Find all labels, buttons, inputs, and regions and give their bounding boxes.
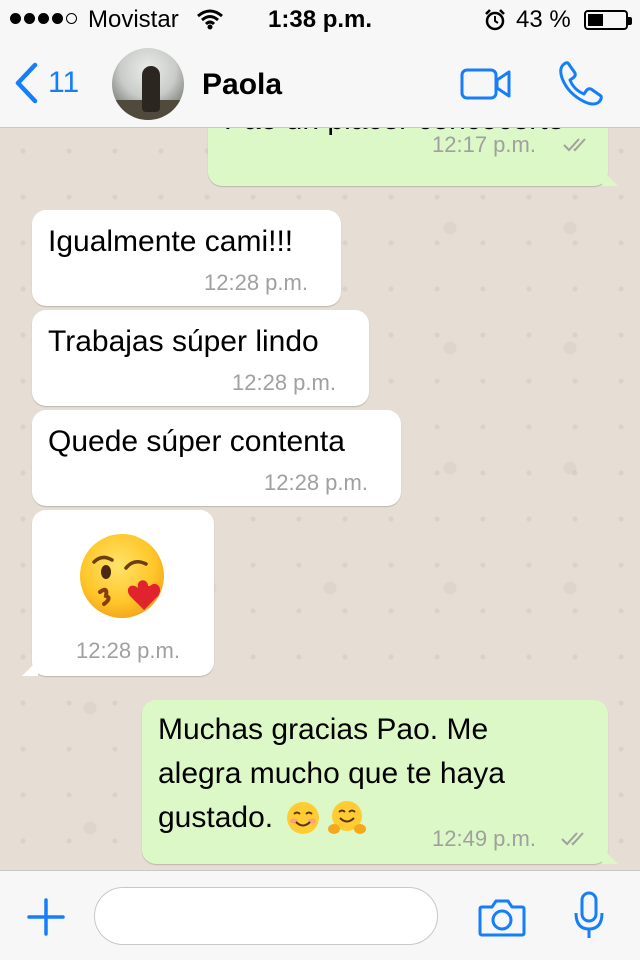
message-line: Muchas gracias Pao. Me (158, 713, 489, 746)
message-list[interactable]: Pao un placer concocerte 12:17 p.m. Igua… (0, 128, 640, 870)
microphone-icon[interactable] (572, 891, 606, 941)
message-time: 12:28 p.m. (204, 270, 308, 295)
message-line: alegra mucho que te haya (158, 757, 505, 790)
double-check-icon (561, 832, 584, 846)
message-time: 12:49 p.m. (432, 826, 536, 851)
contact-name[interactable]: Paola (202, 68, 282, 102)
camera-icon[interactable] (478, 897, 526, 937)
alarm-icon (485, 9, 505, 31)
message-time: 12:17 p.m. (432, 132, 536, 157)
chat-header: 11 Paola (0, 40, 640, 128)
message-time: 12:28 p.m. (76, 638, 180, 663)
message-bubble-incoming[interactable]: 12:28 p.m. (22, 510, 214, 676)
clock: 1:38 p.m. (268, 6, 373, 33)
message-bubble-outgoing[interactable]: Muchas gracias Pao. Me alegra mucho que … (142, 700, 618, 864)
double-check-icon (563, 138, 586, 152)
message-time: 12:28 p.m. (264, 470, 368, 495)
wifi-icon (197, 9, 223, 30)
message-line: gustado. (158, 801, 274, 834)
smiling-face-blush-emoji-icon (287, 802, 320, 834)
battery-level-fill (588, 14, 603, 26)
video-call-icon[interactable] (460, 68, 512, 100)
signal-strength-icon (10, 13, 77, 24)
contact-avatar[interactable] (112, 48, 184, 120)
unread-chats-count: 11 (48, 66, 80, 99)
message-text: Muchas gracias Pao. Me alegra mucho que … (158, 708, 505, 840)
hugging-face-emoji-icon (328, 801, 367, 834)
battery-icon (584, 10, 632, 30)
carrier-name: Movistar (88, 6, 179, 33)
message-bubble-incoming[interactable]: Igualmente cami!!! 12:28 p.m. (32, 210, 341, 306)
battery-percent: 43 % (516, 6, 571, 33)
message-text: Quede súper contenta (48, 425, 345, 458)
kissing-face-with-heart-emoji-icon (80, 534, 164, 618)
message-text: Trabajas súper lindo (48, 325, 319, 358)
plus-icon[interactable] (26, 897, 66, 937)
message-bubble-incoming[interactable]: Trabajas súper lindo 12:28 p.m. (32, 310, 369, 406)
phone-icon[interactable] (558, 60, 604, 106)
back-button[interactable]: 11 (14, 62, 79, 104)
message-time: 12:28 p.m. (232, 370, 336, 395)
message-input[interactable] (94, 887, 438, 945)
message-bubble-outgoing[interactable]: Pao un placer concocerte 12:17 p.m. (208, 128, 618, 186)
back-chevron-icon (15, 62, 38, 104)
status-bar: Movistar 1:38 p.m. 43 % (0, 0, 640, 40)
message-text: Igualmente cami!!! (48, 225, 294, 258)
message-bubble-incoming[interactable]: Quede súper contenta 12:28 p.m. (32, 410, 401, 506)
message-composer (0, 870, 640, 960)
